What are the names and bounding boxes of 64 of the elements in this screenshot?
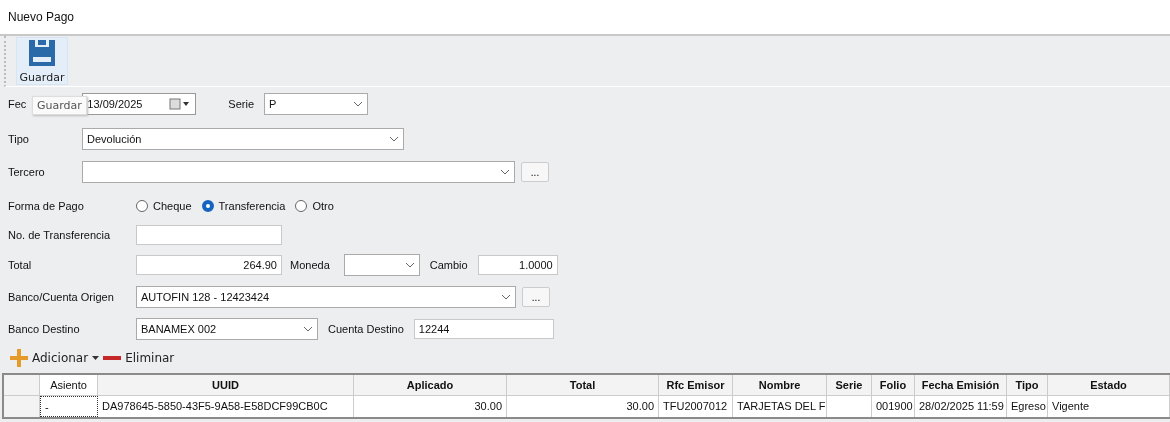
column-header: Serie — [827, 375, 872, 396]
table-cell: 001900 — [872, 396, 915, 417]
destination-account-field[interactable]: 12244 — [413, 319, 554, 339]
minus-icon — [103, 356, 122, 360]
column-header: Nombre — [733, 375, 827, 396]
chevron-down-icon — [404, 262, 415, 268]
chevron-down-icon — [501, 294, 511, 300]
chevron-down-icon — [500, 169, 510, 175]
table-cell: 30.00 — [507, 396, 659, 417]
date-field[interactable]: 13/09/2025 — [82, 93, 197, 115]
table-cell: 28/02/2025 11:59 — [915, 396, 1007, 417]
date-label: Fec — [8, 98, 27, 110]
destination-bank-label: Banco Destino — [8, 323, 81, 335]
radio-option[interactable]: Transferencia — [201, 200, 286, 212]
column-header: Fecha Emisión — [915, 375, 1007, 396]
column-header: Tipo — [1007, 375, 1048, 396]
exchange-rate-label: Cambio — [429, 259, 468, 271]
plus-icon — [10, 349, 28, 367]
currency-dropdown[interactable] — [343, 254, 420, 276]
type-dropdown[interactable]: Devolución — [82, 128, 404, 150]
save-button[interactable]: Guardar — [16, 37, 68, 85]
caret-icon — [92, 356, 100, 360]
table-cell: DA978645-5850-43F5-9A58-E58DCF99CB0C — [98, 396, 354, 417]
exchange-rate-field[interactable]: 1.0000 — [477, 255, 558, 275]
total-field[interactable]: 264.90 — [136, 255, 282, 275]
chevron-down-icon — [353, 101, 364, 107]
table-cell: 30.00 — [354, 396, 507, 417]
series-label: Serie — [228, 98, 255, 110]
column-header: Asiento — [40, 375, 98, 396]
radio-option[interactable]: Cheque — [136, 200, 192, 212]
destination-account-label: Cuenta Destino — [328, 323, 404, 335]
type-label: Tipo — [8, 133, 30, 145]
column-header: Total — [507, 375, 659, 396]
column-header: Folio — [872, 375, 915, 396]
chevron-down-icon — [389, 136, 399, 142]
tooltip: Guardar — [32, 96, 87, 115]
calendar-dropdown-icon — [169, 98, 192, 110]
column-header: Aplicado — [354, 375, 507, 396]
third-party-dropdown[interactable] — [82, 161, 515, 183]
table-cell: - — [40, 396, 98, 417]
add-button[interactable]: Adicionar — [8, 349, 102, 367]
table-cell: TFU2007012 — [659, 396, 733, 417]
browse-button[interactable]: ... — [521, 162, 549, 182]
transfer-number-label: No. de Transferencia — [8, 229, 112, 241]
table-cell: TARJETAS DEL F — [733, 396, 827, 417]
browse-button[interactable]: ... — [522, 287, 550, 307]
origin-account-label: Banco/Cuenta Origen — [8, 291, 115, 303]
currency-label: Moneda — [290, 259, 330, 271]
chevron-down-icon — [303, 326, 313, 332]
third-party-label: Tercero — [8, 166, 46, 178]
destination-bank-dropdown[interactable]: BANAMEX 002 — [136, 318, 318, 340]
table-cell: Vigente — [1048, 396, 1170, 417]
total-label: Total — [8, 259, 33, 271]
series-dropdown[interactable]: P — [264, 93, 369, 115]
transfer-number-field[interactable] — [136, 225, 282, 245]
table-cell: Egreso — [1007, 396, 1048, 417]
radio-option[interactable]: Otro — [295, 200, 334, 212]
column-header: Rfc Emisor — [659, 375, 733, 396]
payment-method-label: Forma de Pago — [8, 200, 85, 212]
column-header: Estado — [1048, 375, 1170, 396]
origin-account-dropdown[interactable]: AUTOFIN 128 - 12423424 — [136, 286, 516, 308]
column-header: UUID — [98, 375, 354, 396]
window-title: Nuevo Pago — [8, 10, 75, 24]
remove-button[interactable]: Eliminar — [101, 351, 177, 365]
